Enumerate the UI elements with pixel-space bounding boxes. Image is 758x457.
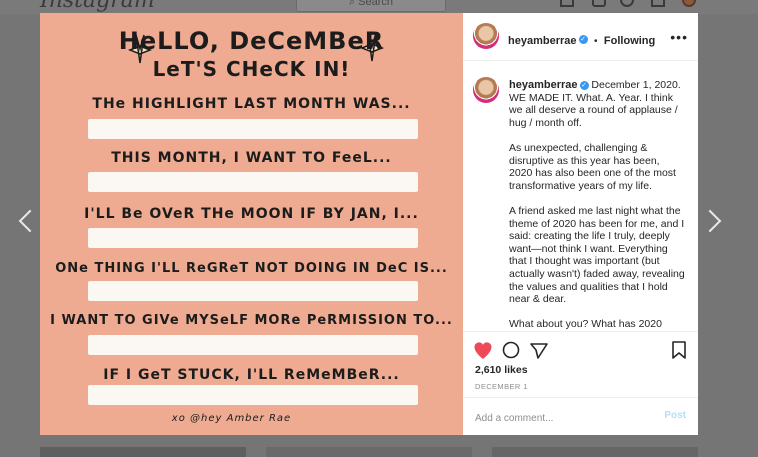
search-input[interactable]: ⌕ Search [296,0,446,12]
search-icon: ⌕ [348,0,359,8]
post-date[interactable]: DECEMBER 1 [475,382,528,391]
comment-icon [502,341,520,359]
more-options-icon[interactable]: ••• [670,29,688,45]
save-bookmark-icon [672,341,686,359]
answer-line [88,281,418,301]
following-button[interactable]: Following [604,35,655,47]
previous-post-arrow[interactable] [18,209,42,233]
image-title-line2: LeT'S CHeCK IN! [152,57,351,81]
caption-area[interactable]: heyamberrae ✓ December 1, 2020. WE MADE I… [463,61,698,331]
prompt-text: I'LL Be OVeR THe MOON IF BY JAN, I... [84,206,419,222]
post-modal: HeLLO, DeCeMBeR LeT'S CHeCK IN! THe HIGH… [40,13,698,435]
verified-badge-icon: ✓ [579,80,589,90]
comment-bar: Post [463,397,698,436]
explore-icon[interactable] [620,0,634,7]
avatar[interactable] [473,23,499,49]
direct-icon[interactable] [592,0,606,7]
post-sidebar: heyamberrae ✓ • Following ••• heyamberrae… [463,13,698,435]
caption-username-link[interactable]: heyamberrae [509,79,578,91]
grid-thumbnail[interactable] [492,447,698,457]
likes-count[interactable]: 2,610 likes [475,364,528,376]
comment-input[interactable] [473,408,647,428]
home-icon[interactable] [560,0,574,7]
next-post-arrow[interactable] [698,209,722,233]
prompt-text: THIS MONTH, I WANT TO FeeL... [111,150,392,166]
prompt-text: I WANT TO GIVe MYSeLF MORe PeRMISSION TO… [50,313,453,328]
share-icon [530,343,548,359]
answer-line [88,385,418,405]
answer-line [88,228,418,248]
header-user: heyamberrae ✓ • Following [508,31,655,49]
grid-thumbnail[interactable] [40,447,246,457]
caption-paragraph: What about you? What has 2020 [509,318,662,331]
grid-thumbnail[interactable] [266,447,472,457]
post-comment-button[interactable]: Post [664,410,686,421]
avatar[interactable] [473,77,499,103]
caption-paragraph: heyamberrae ✓ December 1, 2020. WE MADE I… [509,79,685,129]
caption-paragraph: A friend asked me last night what the th… [509,204,688,306]
answer-line [88,335,418,355]
activity-heart-icon[interactable] [651,0,665,7]
post-image[interactable]: HeLLO, DeCeMBeR LeT'S CHeCK IN! THe HIGH… [40,13,463,435]
like-heart-icon [474,342,492,359]
answer-line [88,119,418,139]
username-link[interactable]: heyamberrae [508,35,577,47]
image-signature: xo @hey Amber Rae [171,413,292,424]
post-header: heyamberrae ✓ • Following ••• [463,13,698,61]
top-nav-bar: Instagram ⌕ Search [0,0,758,14]
caption-paragraph: As unexpected, challenging & disruptive … [509,141,679,192]
post-actions: 2,610 likes DECEMBER 1 [463,331,698,407]
search-placeholder: Search [358,0,394,8]
image-title-line1: HeLLO, DeCeMBeR [118,27,385,55]
profile-avatar-icon[interactable] [682,0,696,7]
prompt-text: THe HIGHLIGHT LAST MONTH WAS... [92,96,411,112]
prompt-text: IF I GeT STUCK, I'LL ReMeMBeR... [103,367,400,383]
answer-line [88,172,418,192]
prompt-text: ONe THING I'LL ReGReT NOT DOING IN DeC I… [55,261,448,276]
caption-text: heyamberrae ✓ December 1, 2020. WE MADE I… [509,79,685,331]
verified-badge-icon: ✓ [578,35,588,45]
separator-dot: • [593,36,598,47]
action-icons [474,341,686,359]
instagram-logo[interactable]: Instagram [40,0,155,13]
